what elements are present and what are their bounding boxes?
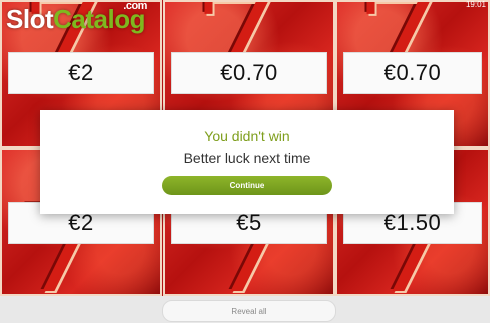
logo-part-slot: Slot — [6, 4, 54, 34]
tile-price: €0.70 — [171, 52, 327, 94]
dialog-title: You didn't win — [204, 128, 290, 144]
tile-price: €0.70 — [343, 52, 482, 94]
clock-text: 19:01 — [465, 0, 486, 9]
result-dialog: You didn't win Better luck next time Con… — [40, 110, 454, 214]
reveal-all-button[interactable]: Reveal all — [162, 300, 336, 322]
dialog-subtitle: Better luck next time — [183, 150, 311, 166]
slotcatalog-logo: SlotCatalog .com — [6, 0, 147, 35]
continue-button[interactable]: Continue — [162, 176, 332, 195]
logo-domain: .com — [123, 0, 147, 12]
tile-price: €2 — [8, 52, 154, 94]
